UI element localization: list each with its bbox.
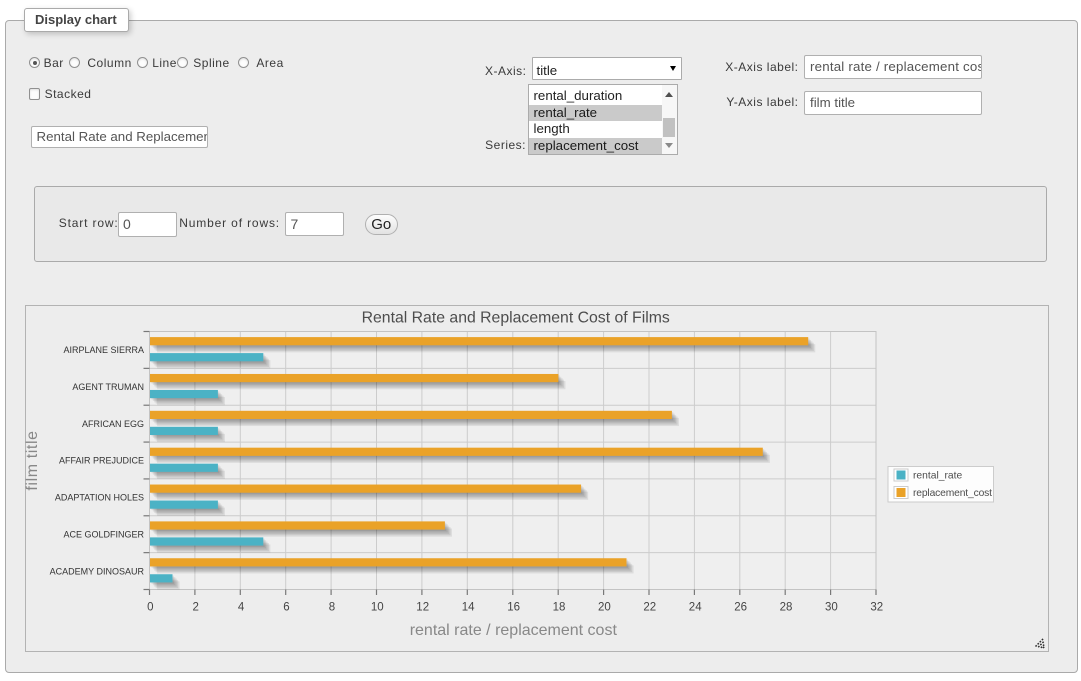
svg-text:rental rate / replacement cost: rental rate / replacement cost bbox=[410, 622, 618, 639]
svg-text:ACE GOLDFINGER: ACE GOLDFINGER bbox=[63, 529, 144, 539]
svg-text:replacement_cost: replacement_cost bbox=[913, 488, 992, 499]
svg-text:AFFAIR PREJUDICE: AFFAIR PREJUDICE bbox=[59, 456, 144, 466]
svg-text:ADAPTATION HOLES: ADAPTATION HOLES bbox=[55, 493, 144, 503]
svg-text:12: 12 bbox=[416, 602, 429, 614]
svg-text:6: 6 bbox=[283, 602, 289, 614]
svg-text:20: 20 bbox=[598, 602, 611, 614]
svg-text:ACADEMY DINOSAUR: ACADEMY DINOSAUR bbox=[50, 566, 145, 576]
svg-text:24: 24 bbox=[689, 602, 702, 614]
svg-text:32: 32 bbox=[870, 602, 883, 614]
svg-text:AIRPLANE SIERRA: AIRPLANE SIERRA bbox=[63, 345, 144, 355]
svg-text:8: 8 bbox=[329, 602, 335, 614]
svg-text:AFRICAN EGG: AFRICAN EGG bbox=[82, 419, 144, 429]
svg-text:Rental Rate and Replacement Co: Rental Rate and Replacement Cost of Film… bbox=[362, 310, 670, 327]
svg-text:film title: film title bbox=[24, 430, 41, 490]
svg-text:28: 28 bbox=[780, 602, 793, 614]
svg-text:26: 26 bbox=[734, 602, 747, 614]
svg-text:4: 4 bbox=[238, 602, 245, 614]
svg-text:22: 22 bbox=[643, 602, 656, 614]
svg-text:AGENT TRUMAN: AGENT TRUMAN bbox=[72, 382, 144, 392]
svg-text:16: 16 bbox=[507, 602, 520, 614]
svg-text:0: 0 bbox=[147, 602, 153, 614]
svg-text:2: 2 bbox=[192, 602, 198, 614]
svg-text:10: 10 bbox=[371, 602, 384, 614]
svg-text:14: 14 bbox=[462, 602, 475, 614]
svg-text:18: 18 bbox=[553, 602, 566, 614]
svg-text:30: 30 bbox=[825, 602, 838, 614]
svg-text:rental_rate: rental_rate bbox=[913, 471, 963, 482]
